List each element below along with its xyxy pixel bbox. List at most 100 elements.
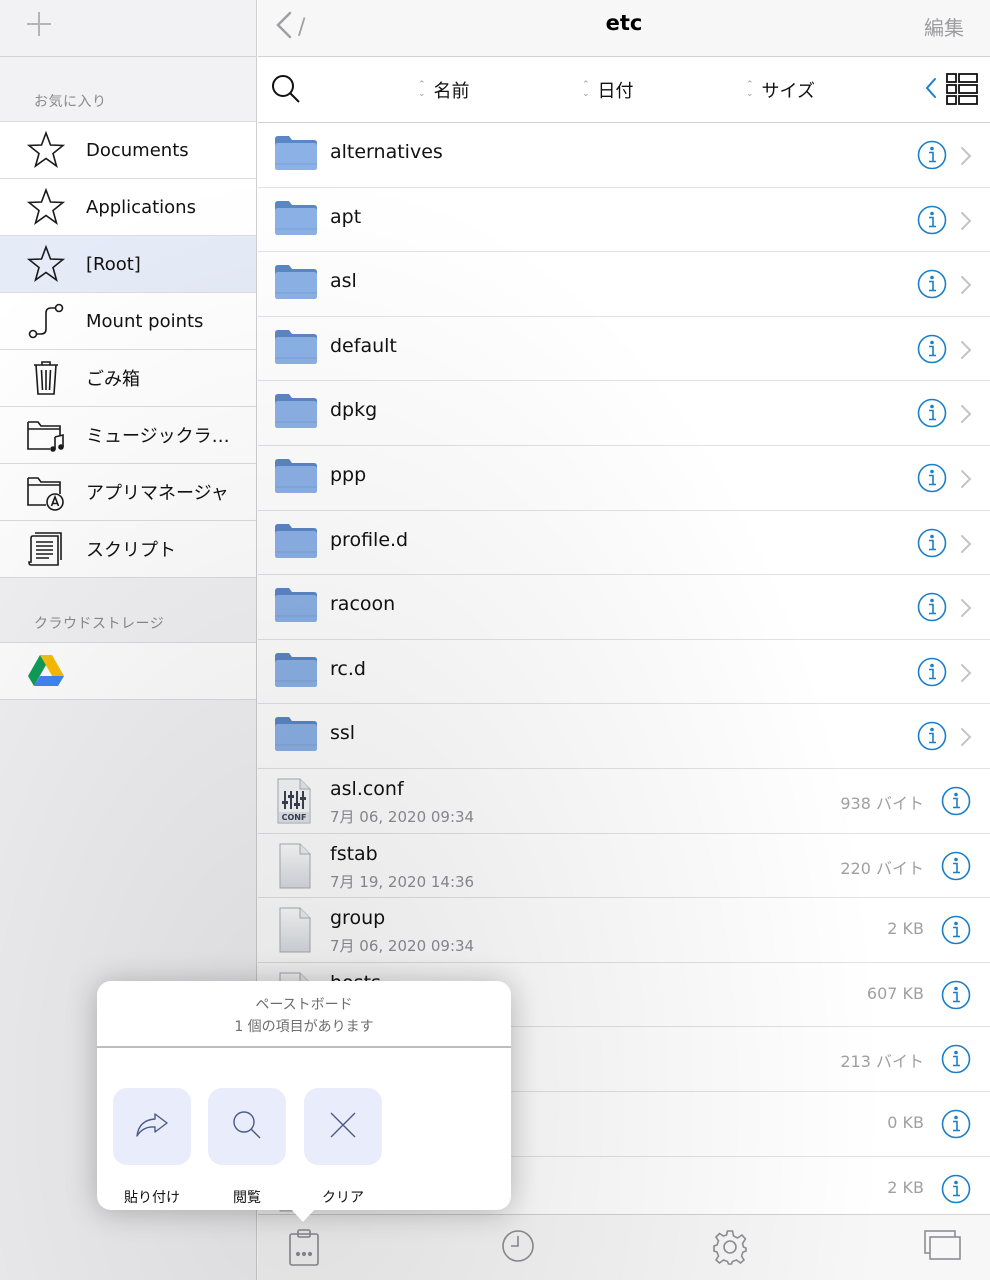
settings-gear-icon[interactable]: [712, 1229, 748, 1269]
file-name: apt: [330, 205, 362, 228]
cloud-list: [0, 642, 256, 700]
file-name: group: [330, 907, 386, 930]
browse-button[interactable]: [208, 1088, 286, 1165]
chevron-left-icon[interactable]: [924, 75, 938, 105]
file-row[interactable]: group 7月 06, 2020 09:34 2 KB: [258, 898, 990, 963]
folder-row[interactable]: asl: [258, 252, 990, 317]
paste-label: 貼り付け: [124, 1190, 180, 1206]
info-icon[interactable]: [917, 205, 947, 239]
sidebar-item-documents[interactable]: Documents: [0, 122, 256, 179]
paste-action[interactable]: 貼り付け: [113, 1088, 191, 1207]
sort-by-size-button[interactable]: ⌃ ⌄ サイズ: [746, 77, 815, 103]
sort-by-date-button[interactable]: ⌃ ⌄ 日付: [582, 77, 634, 103]
chevron-right-icon: [960, 404, 972, 428]
info-icon[interactable]: [917, 528, 947, 562]
chevron-right-icon: [960, 598, 972, 622]
list-view-icon[interactable]: [946, 73, 978, 109]
folder-row[interactable]: dpkg: [258, 381, 990, 446]
conf-file-icon: CONF: [274, 777, 314, 829]
edit-button[interactable]: 編集: [924, 12, 964, 41]
info-icon[interactable]: [941, 786, 971, 820]
sort-by-date-label: 日付: [597, 81, 634, 102]
search-icon[interactable]: [270, 73, 302, 109]
browse-action[interactable]: 閲覧: [208, 1088, 286, 1207]
file-row[interactable]: CONF asl.conf 7月 06, 2020 09:34 938 バイト: [258, 769, 990, 834]
chevron-right-icon: [960, 211, 972, 235]
info-icon[interactable]: [941, 1044, 971, 1078]
file-size: 213 バイト: [840, 1052, 924, 1072]
folder-row[interactable]: rc.d: [258, 640, 990, 705]
file-name: profile.d: [330, 528, 409, 551]
star-icon: [26, 244, 66, 284]
file-name: fstab: [330, 842, 378, 865]
paste-button[interactable]: [113, 1088, 191, 1165]
popover-subtitle: 1 個の項目があります: [234, 1019, 374, 1035]
sidebar-item-label: スクリプト: [86, 540, 176, 561]
info-icon[interactable]: [941, 851, 971, 885]
folder-icon: [274, 650, 318, 692]
clear-button[interactable]: [304, 1088, 382, 1165]
favorites-list: Documents Applications [Root] Mount poin…: [0, 121, 256, 578]
sidebar-item-label: [Root]: [86, 253, 141, 275]
folder-row[interactable]: racoon: [258, 575, 990, 640]
info-icon[interactable]: [941, 1174, 971, 1208]
folder-row[interactable]: alternatives: [258, 123, 990, 188]
info-icon[interactable]: [917, 398, 947, 432]
info-icon[interactable]: [941, 1109, 971, 1143]
sidebar-item-app-manager[interactable]: アプリマネージャ: [0, 464, 256, 521]
info-icon[interactable]: [917, 657, 947, 691]
info-icon[interactable]: [917, 269, 947, 303]
file-name: racoon: [330, 593, 396, 616]
file-icon: [274, 842, 314, 894]
info-icon[interactable]: [917, 334, 947, 368]
folder-row[interactable]: ssl: [258, 704, 990, 769]
info-icon[interactable]: [917, 592, 947, 626]
info-icon[interactable]: [917, 721, 947, 755]
clear-action[interactable]: クリア: [304, 1088, 382, 1207]
sidebar-item-root[interactable]: [Root]: [0, 236, 256, 293]
folder-row[interactable]: ppp: [258, 446, 990, 511]
info-icon[interactable]: [917, 140, 947, 174]
folder-row[interactable]: profile.d: [258, 511, 990, 576]
file-name: asl: [330, 270, 357, 293]
popover-divider: [97, 1046, 511, 1048]
pasteboard-popover: ペーストボード 1 個の項目があります 貼り付け 閲覧 クリア: [97, 981, 511, 1210]
folder-row[interactable]: apt: [258, 188, 990, 253]
music-folder-icon: [26, 415, 66, 455]
file-name: alternatives: [330, 141, 443, 163]
file-size: 607 KB: [866, 983, 924, 1003]
chevron-right-icon: [960, 469, 972, 493]
trash-icon: [26, 358, 66, 398]
sort-by-name-label: 名前: [433, 81, 470, 102]
file-size: 2 KB: [887, 919, 924, 939]
folder-row[interactable]: default: [258, 317, 990, 382]
sidebar-item-music-library[interactable]: ミュージックライ…: [0, 407, 256, 464]
star-icon: [26, 187, 66, 227]
folder-icon: [274, 327, 318, 369]
sort-arrows-icon: ⌃ ⌄: [582, 80, 590, 99]
history-clock-icon[interactable]: [501, 1229, 535, 1267]
file-name: ppp: [330, 463, 367, 486]
popover-title: ペーストボード: [255, 997, 353, 1013]
sidebar-item-google-drive[interactable]: [0, 643, 256, 700]
file-name: default: [330, 334, 397, 357]
info-icon[interactable]: [941, 980, 971, 1014]
clipboard-icon[interactable]: [288, 1229, 320, 1271]
windows-icon[interactable]: [924, 1229, 962, 1265]
sidebar-item-mount-points[interactable]: Mount points: [0, 293, 256, 350]
chevron-right-icon: [960, 275, 972, 299]
add-icon[interactable]: [24, 9, 54, 39]
chevron-right-icon: [960, 727, 972, 751]
folder-icon: [274, 133, 318, 175]
sort-by-name-button[interactable]: ⌃ ⌄ 名前: [418, 77, 470, 103]
file-row[interactable]: fstab 7月 19, 2020 14:36 220 バイト: [258, 834, 990, 899]
sidebar-item-label: ごみ箱: [86, 369, 140, 390]
sidebar-item-trash[interactable]: ごみ箱: [0, 350, 256, 407]
sidebar-item-applications[interactable]: Applications: [0, 179, 256, 236]
sidebar-item-label: Documents: [86, 139, 189, 161]
info-icon[interactable]: [941, 915, 971, 949]
chevron-right-icon: [960, 534, 972, 558]
info-icon[interactable]: [917, 463, 947, 497]
sort-by-size-label: サイズ: [761, 81, 816, 102]
sidebar-item-scripts[interactable]: スクリプト: [0, 521, 256, 578]
